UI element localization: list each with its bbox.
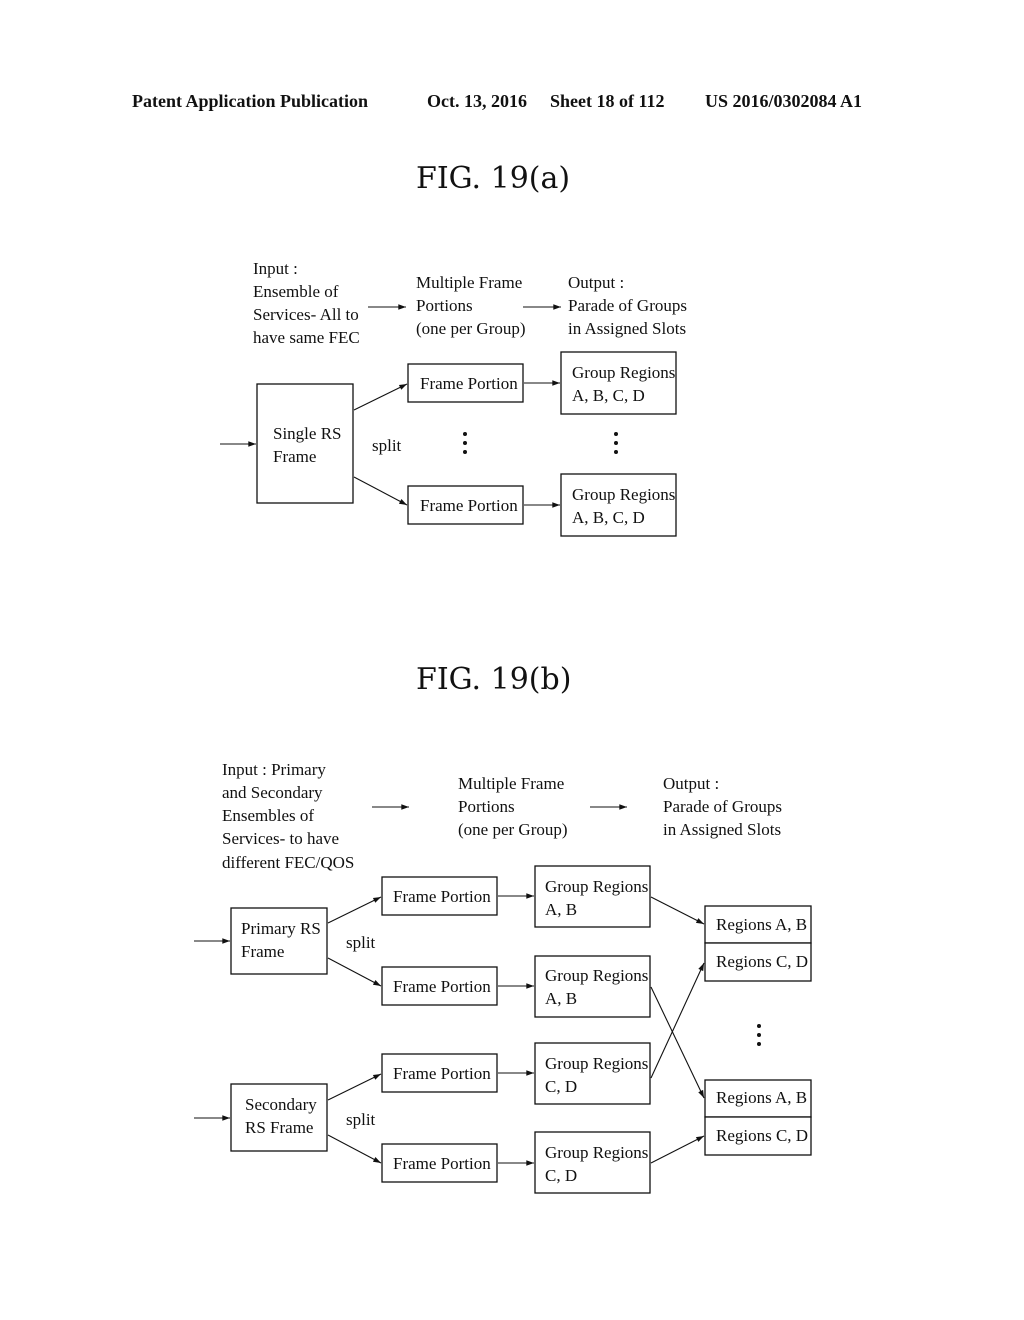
fig-a-split-label: split <box>372 436 402 455</box>
fig-b-frame-portion-4: Frame Portion <box>381 1143 498 1183</box>
fig-a-group-regions-bottom: Group Regions A, B, C, D <box>560 473 677 537</box>
fig-a-single-rs-frame-box: Single RS Frame <box>256 383 354 504</box>
svg-text:and Secondary: and Secondary <box>222 783 323 802</box>
svg-text:Parade of Groups: Parade of Groups <box>568 296 687 315</box>
fig-b-output-slot-top: Regions A, B Regions C, D <box>704 905 812 982</box>
fig-a-vertical-ellipsis-right <box>614 432 618 454</box>
svg-text:Output :: Output : <box>568 273 624 292</box>
svg-text:C, D: C, D <box>545 1166 577 1185</box>
svg-text:A, B: A, B <box>545 989 577 1008</box>
publication-date: Oct. 13, 2016 <box>427 91 527 111</box>
sheet-number: Sheet 18 of 112 <box>550 91 665 111</box>
svg-text:Frame Portion: Frame Portion <box>420 496 518 515</box>
svg-text:Output :: Output : <box>663 774 719 793</box>
svg-text:C, D: C, D <box>545 1077 577 1096</box>
fig-a-split-arrow-bottom <box>353 476 408 506</box>
regions-cd-label: Regions C, D <box>716 1126 808 1145</box>
fig-a-vertical-ellipsis-middle <box>463 432 467 454</box>
svg-text:Frame Portion: Frame Portion <box>420 374 518 393</box>
fig-b-title: FIG. 19(b) <box>416 662 571 697</box>
svg-text:Primary RS: Primary RS <box>241 919 321 938</box>
fig-a-title: FIG. 19(a) <box>416 161 570 196</box>
svg-text:RS Frame: RS Frame <box>245 1118 313 1137</box>
fig-b-primary-split-arrow-bottom <box>327 957 382 987</box>
regions-cd-label: Regions C, D <box>716 952 808 971</box>
fig-b-input-label: Input : Primary and Secondary Ensembles … <box>222 760 354 872</box>
svg-text:A, B, C, D: A, B, C, D <box>572 386 645 405</box>
fig-b-group-regions-cd-2: Group Regions C, D <box>534 1131 651 1194</box>
fig-b-secondary-split-arrow-top <box>327 1073 382 1101</box>
svg-text:Parade of Groups: Parade of Groups <box>663 797 782 816</box>
fig-b-primary-split-arrow-top <box>327 896 382 924</box>
svg-text:Frame Portion: Frame Portion <box>393 1064 491 1083</box>
svg-text:Group Regions: Group Regions <box>572 363 675 382</box>
svg-text:Group Regions: Group Regions <box>545 1143 648 1162</box>
svg-text:Services- All to: Services- All to <box>253 305 359 324</box>
fig-b-group-regions-ab-2: Group Regions A, B <box>534 955 651 1018</box>
fig-b-primary-split-label: split <box>346 933 376 952</box>
svg-text:(one per Group): (one per Group) <box>458 820 568 839</box>
svg-text:have same FEC: have same FEC <box>253 328 360 347</box>
svg-text:Single RS: Single RS <box>273 424 342 443</box>
svg-text:Group Regions: Group Regions <box>572 485 675 504</box>
svg-text:Group Regions: Group Regions <box>545 1054 648 1073</box>
svg-text:Frame: Frame <box>241 942 284 961</box>
svg-text:Frame Portion: Frame Portion <box>393 887 491 906</box>
fig-b-secondary-split-arrow-bottom <box>327 1134 382 1164</box>
fig-b-arrow-group-ab2-to-slot-bottom-ab <box>650 986 705 1099</box>
fig-b-frame-portion-1: Frame Portion <box>381 876 498 916</box>
patent-sheet: Patent Application Publication Oct. 13, … <box>132 91 862 1194</box>
fig-b-arrow-group-cd1-to-slot-top-cd <box>650 962 705 1079</box>
fig-a-group-regions-top: Group Regions A, B, C, D <box>560 351 677 415</box>
fig-a-split-arrow-top <box>353 383 408 411</box>
fig-b-output-label: Output : Parade of Groups in Assigned Sl… <box>663 774 782 839</box>
svg-text:Group Regions: Group Regions <box>545 877 648 896</box>
fig-b-secondary-rs-frame-box: Secondary RS Frame <box>230 1083 328 1152</box>
svg-text:Frame Portion: Frame Portion <box>393 1154 491 1173</box>
svg-text:in Assigned Slots: in Assigned Slots <box>663 820 781 839</box>
svg-text:Multiple Frame: Multiple Frame <box>416 273 522 292</box>
fig-a-input-label: Input : Ensemble of Services- All to hav… <box>253 259 360 347</box>
svg-text:Portions: Portions <box>458 797 515 816</box>
svg-text:Services- to have: Services- to have <box>222 829 339 848</box>
patent-number: US 2016/0302084 A1 <box>705 91 862 111</box>
fig-b-group-regions-ab-1: Group Regions A, B <box>534 865 651 928</box>
fig-b-group-regions-cd-1: Group Regions C, D <box>534 1042 651 1105</box>
svg-text:(one per Group): (one per Group) <box>416 319 526 338</box>
svg-text:Frame: Frame <box>273 447 316 466</box>
fig-b-secondary-split-label: split <box>346 1110 376 1129</box>
svg-text:Input : Primary: Input : Primary <box>222 760 326 779</box>
svg-text:Multiple Frame: Multiple Frame <box>458 774 564 793</box>
svg-text:A, B: A, B <box>545 900 577 919</box>
svg-text:Ensembles of: Ensembles of <box>222 806 314 825</box>
fig-b-vertical-ellipsis <box>757 1024 761 1046</box>
svg-text:A, B, C, D: A, B, C, D <box>572 508 645 527</box>
regions-ab-label: Regions A, B <box>716 915 807 934</box>
svg-text:different FEC/QOS: different FEC/QOS <box>222 853 354 872</box>
fig-b-arrow-group-ab1-to-slot-top-ab <box>650 896 705 925</box>
svg-text:Input :: Input : <box>253 259 298 278</box>
fig-b-middle-label: Multiple Frame Portions (one per Group) <box>458 774 568 839</box>
publication-label: Patent Application Publication <box>132 91 368 111</box>
svg-text:in Assigned Slots: in Assigned Slots <box>568 319 686 338</box>
fig-b-output-slot-bottom: Regions A, B Regions C, D <box>704 1079 812 1156</box>
fig-b-frame-portion-2: Frame Portion <box>381 966 498 1006</box>
regions-ab-label: Regions A, B <box>716 1088 807 1107</box>
fig-a-frame-portion-top: Frame Portion <box>407 363 524 403</box>
svg-text:Group Regions: Group Regions <box>545 966 648 985</box>
fig-a-output-label: Output : Parade of Groups in Assigned Sl… <box>568 273 687 338</box>
svg-text:Portions: Portions <box>416 296 473 315</box>
fig-b-arrow-group-cd2-to-slot-bottom-cd <box>650 1135 705 1164</box>
fig-a-middle-label: Multiple Frame Portions (one per Group) <box>416 273 526 338</box>
fig-b-primary-rs-frame-box: Primary RS Frame <box>230 907 328 975</box>
fig-b-frame-portion-3: Frame Portion <box>381 1053 498 1093</box>
svg-text:Secondary: Secondary <box>245 1095 317 1114</box>
fig-a-frame-portion-bottom: Frame Portion <box>407 485 524 525</box>
svg-text:Frame Portion: Frame Portion <box>393 977 491 996</box>
svg-text:Ensemble of: Ensemble of <box>253 282 339 301</box>
